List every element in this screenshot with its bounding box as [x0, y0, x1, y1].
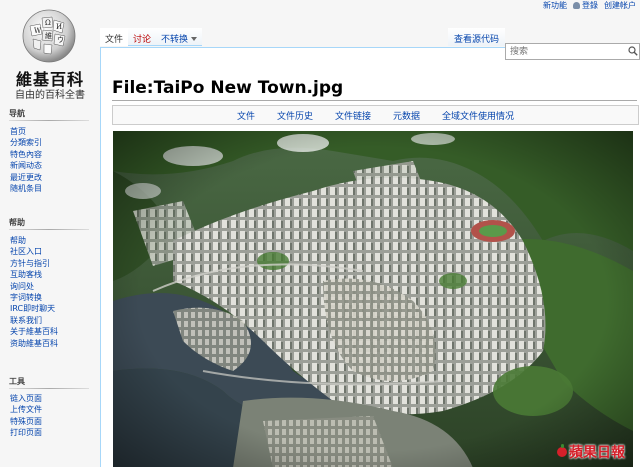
filetoc-file[interactable]: 文件 [237, 109, 255, 122]
sidebar-item-community-portal[interactable]: 社区入口 [10, 246, 58, 257]
svg-text:W: W [34, 27, 42, 35]
tab-variant-dropdown[interactable]: 不转换 [156, 28, 203, 46]
sidebar-tools-list: 链入页面 上传文件 特殊页面 打印页面 [10, 393, 42, 439]
sidebar-divider [9, 120, 89, 121]
sidebar-item-policies[interactable]: 方针与指引 [10, 258, 58, 269]
new-features-link[interactable]: 新功能 [543, 0, 567, 11]
watermark-text: 蘋果日報 [569, 445, 625, 461]
site-logo[interactable]: W Ω И 維 ウ 維基百科 自由的百科全書 [0, 0, 100, 101]
tab-file[interactable]: 文件 [100, 28, 129, 46]
watermark: 蘋果日報 [557, 442, 625, 462]
page-title: File:TaiPo New Town.jpg [112, 78, 344, 98]
sidebar-item-featured[interactable]: 特色內容 [10, 149, 42, 160]
filetoc-history[interactable]: 文件历史 [277, 109, 313, 122]
tab-view-source[interactable]: 查看源代码 [448, 28, 506, 46]
create-account-link[interactable]: 创建帐户 [604, 0, 636, 11]
sidebar-heading-help: 帮助 [9, 218, 25, 227]
sidebar-item-about[interactable]: 关于維基百科 [10, 326, 58, 337]
sidebar-help-list: 帮助 社区入口 方针与指引 互助客栈 询问处 字词转换 IRC即时聊天 联系我们… [10, 235, 58, 349]
svg-text:Ω: Ω [45, 19, 51, 27]
sidebar-item-upload[interactable]: 上传文件 [10, 404, 42, 415]
svg-text:ウ: ウ [57, 36, 64, 44]
sidebar-divider [9, 229, 89, 230]
magnifier-icon[interactable] [628, 46, 638, 56]
wikipedia-globe-icon: W Ω И 維 ウ [22, 9, 76, 63]
sidebar-item-reference-desk[interactable]: 询问处 [10, 281, 58, 292]
sidebar-item-random[interactable]: 随机条目 [10, 183, 42, 194]
sidebar-item-categories[interactable]: 分類索引 [10, 137, 42, 148]
sidebar-item-news[interactable]: 新闻动态 [10, 160, 42, 171]
sidebar-item-contact[interactable]: 联系我们 [10, 315, 58, 326]
login-label: 登錄 [582, 1, 598, 10]
sidebar-heading-tools: 工具 [9, 377, 25, 386]
svg-text:維: 維 [45, 31, 52, 40]
user-icon [573, 2, 580, 9]
apple-logo-icon [557, 444, 567, 457]
sidebar-item-main-page[interactable]: 首页 [10, 126, 42, 137]
wiki-page: W Ω И 維 ウ 維基百科 自由的百科全書 新功能 登錄 创建帐户 File:… [0, 0, 640, 467]
sidebar-item-village-pump[interactable]: 互助客栈 [10, 269, 58, 280]
variant-label: 不转换 [161, 35, 189, 45]
aerial-photo-taipo[interactable]: 蘋果日報 [113, 131, 633, 467]
sidebar-item-what-links-here[interactable]: 链入页面 [10, 393, 42, 404]
filetoc-links[interactable]: 文件链接 [335, 109, 371, 122]
filetoc-metadata[interactable]: 元数据 [393, 109, 420, 122]
sidebar-divider [9, 388, 89, 389]
filetoc-global-usage[interactable]: 全域文件使用情况 [442, 109, 514, 122]
page-tabs: 文件 讨论 不转换 [100, 28, 203, 46]
file-toc: 文件 文件历史 文件链接 元数据 全域文件使用情况 [112, 105, 639, 125]
tab-discussion[interactable]: 讨论 [128, 28, 157, 46]
svg-text:И: И [56, 23, 62, 31]
sidebar-item-word-conversion[interactable]: 字词转换 [10, 292, 58, 303]
sidebar-item-irc-chat[interactable]: IRC即时聊天 [10, 303, 58, 314]
aerial-photo-drawing [113, 131, 633, 467]
title-divider [112, 100, 637, 101]
sidebar-heading-navigation: 导航 [9, 109, 25, 118]
personal-tools: 新功能 登錄 创建帐户 [543, 0, 636, 11]
sidebar-item-recent-changes[interactable]: 最近更改 [10, 172, 42, 183]
sidebar-item-print[interactable]: 打印页面 [10, 427, 42, 438]
chevron-down-icon [191, 37, 198, 41]
logo-subtitle: 自由的百科全書 [15, 90, 85, 101]
content-area: File:TaiPo New Town.jpg 文件 文件历史 文件链接 元数据… [100, 47, 640, 467]
sidebar-item-special-pages[interactable]: 特殊页面 [10, 416, 42, 427]
login-link[interactable]: 登錄 [573, 0, 598, 11]
search-input[interactable] [505, 43, 640, 60]
sidebar-item-help[interactable]: 帮助 [10, 235, 58, 246]
sidebar-nav-list: 首页 分類索引 特色內容 新闻动态 最近更改 随机条目 [10, 126, 42, 194]
sidebar-item-donate[interactable]: 资助維基百科 [10, 338, 58, 349]
